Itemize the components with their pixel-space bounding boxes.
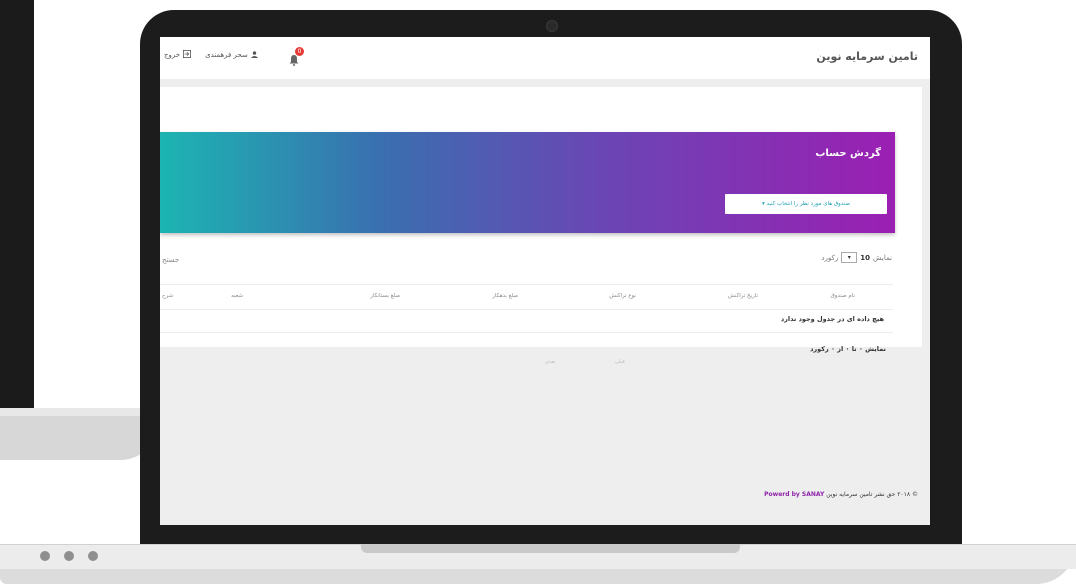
notification-badge: 0 (295, 47, 304, 56)
background-device-base-top (0, 408, 150, 416)
brand-title[interactable]: تامین سرمایه نوین (816, 50, 918, 63)
top-navbar: تامین سرمایه نوین سحر فرهمندی خروج 0 (160, 37, 930, 79)
page-size-select[interactable]: ▾ (841, 252, 858, 263)
content-card: گردش حساب صندوق های مورد نظر را انتخاب ک… (160, 87, 922, 365)
window-dot-icon (40, 551, 50, 561)
page-title: گردش حساب (815, 148, 881, 159)
filter-banner: گردش حساب صندوق های مورد نظر را انتخاب ک… (160, 132, 895, 251)
camera-icon (546, 20, 558, 32)
laptop-hinge (361, 544, 740, 553)
window-dot-icon (64, 551, 74, 561)
logout-label: خروج (164, 51, 181, 59)
next-page-button[interactable]: بعدی (545, 359, 555, 365)
column-header-description[interactable]: شرح (162, 293, 173, 299)
row-divider (160, 332, 893, 333)
footer-copyright: © ۲۰۱۸ حق نشر تامین سرمایه نوین (826, 491, 918, 498)
show-suffix: رکورد (821, 253, 839, 262)
page-size-control: نمایش 10 ▾ رکورد (821, 252, 892, 263)
logout-link[interactable]: خروج (164, 50, 192, 60)
window-dot-icon (88, 551, 98, 561)
show-prefix: نمایش (872, 253, 892, 262)
to-date-field[interactable]: تا تاریخ (204, 239, 396, 251)
table-info: نمایش ۰ تا ۰ از ۰ رکورد (810, 345, 886, 353)
user-name: سحر فرهمندی (205, 51, 248, 59)
column-header-credit[interactable]: مبلغ بستانکار (370, 293, 400, 299)
user-icon (251, 50, 258, 60)
prev-page-button[interactable]: قبلی (615, 359, 625, 365)
column-header-branch[interactable]: شعبه (231, 293, 243, 299)
from-date-label: از تاریخ (581, 239, 605, 247)
laptop-screen: تامین سرمایه نوین سحر فرهمندی خروج 0 گرد… (160, 37, 930, 525)
footer-powered-by[interactable]: Powerd by SANAY (764, 491, 824, 498)
search-label: جستج (162, 256, 180, 264)
user-link[interactable]: سحر فرهمندی (205, 50, 258, 60)
fund-select-dropdown[interactable]: صندوق های مورد نظر را انتخاب کنید ▾ (725, 194, 887, 214)
table-header: نام صندوق تاریخ تراکنش نوع تراکنش مبلغ ب… (160, 284, 893, 310)
footer: © ۲۰۱۸ حق نشر تامین سرمایه نوین Powerd b… (764, 491, 918, 498)
to-date-label: تا تاریخ (373, 239, 396, 247)
column-header-date[interactable]: تاریخ تراکنش (728, 293, 758, 299)
user-menu: سحر فرهمندی خروج (164, 50, 258, 60)
logout-icon (183, 50, 192, 60)
column-header-debit[interactable]: مبلغ بدهکار (492, 293, 518, 299)
from-date-field[interactable]: از تاریخ (413, 239, 605, 251)
column-header-fund[interactable]: نام صندوق (830, 293, 855, 299)
empty-table-message: هیچ داده ای در جدول وجود ندارد (780, 315, 884, 323)
column-header-type[interactable]: نوع تراکنش (609, 293, 636, 299)
page-size-value: 10 (860, 253, 870, 262)
background-device-edge (0, 0, 34, 412)
